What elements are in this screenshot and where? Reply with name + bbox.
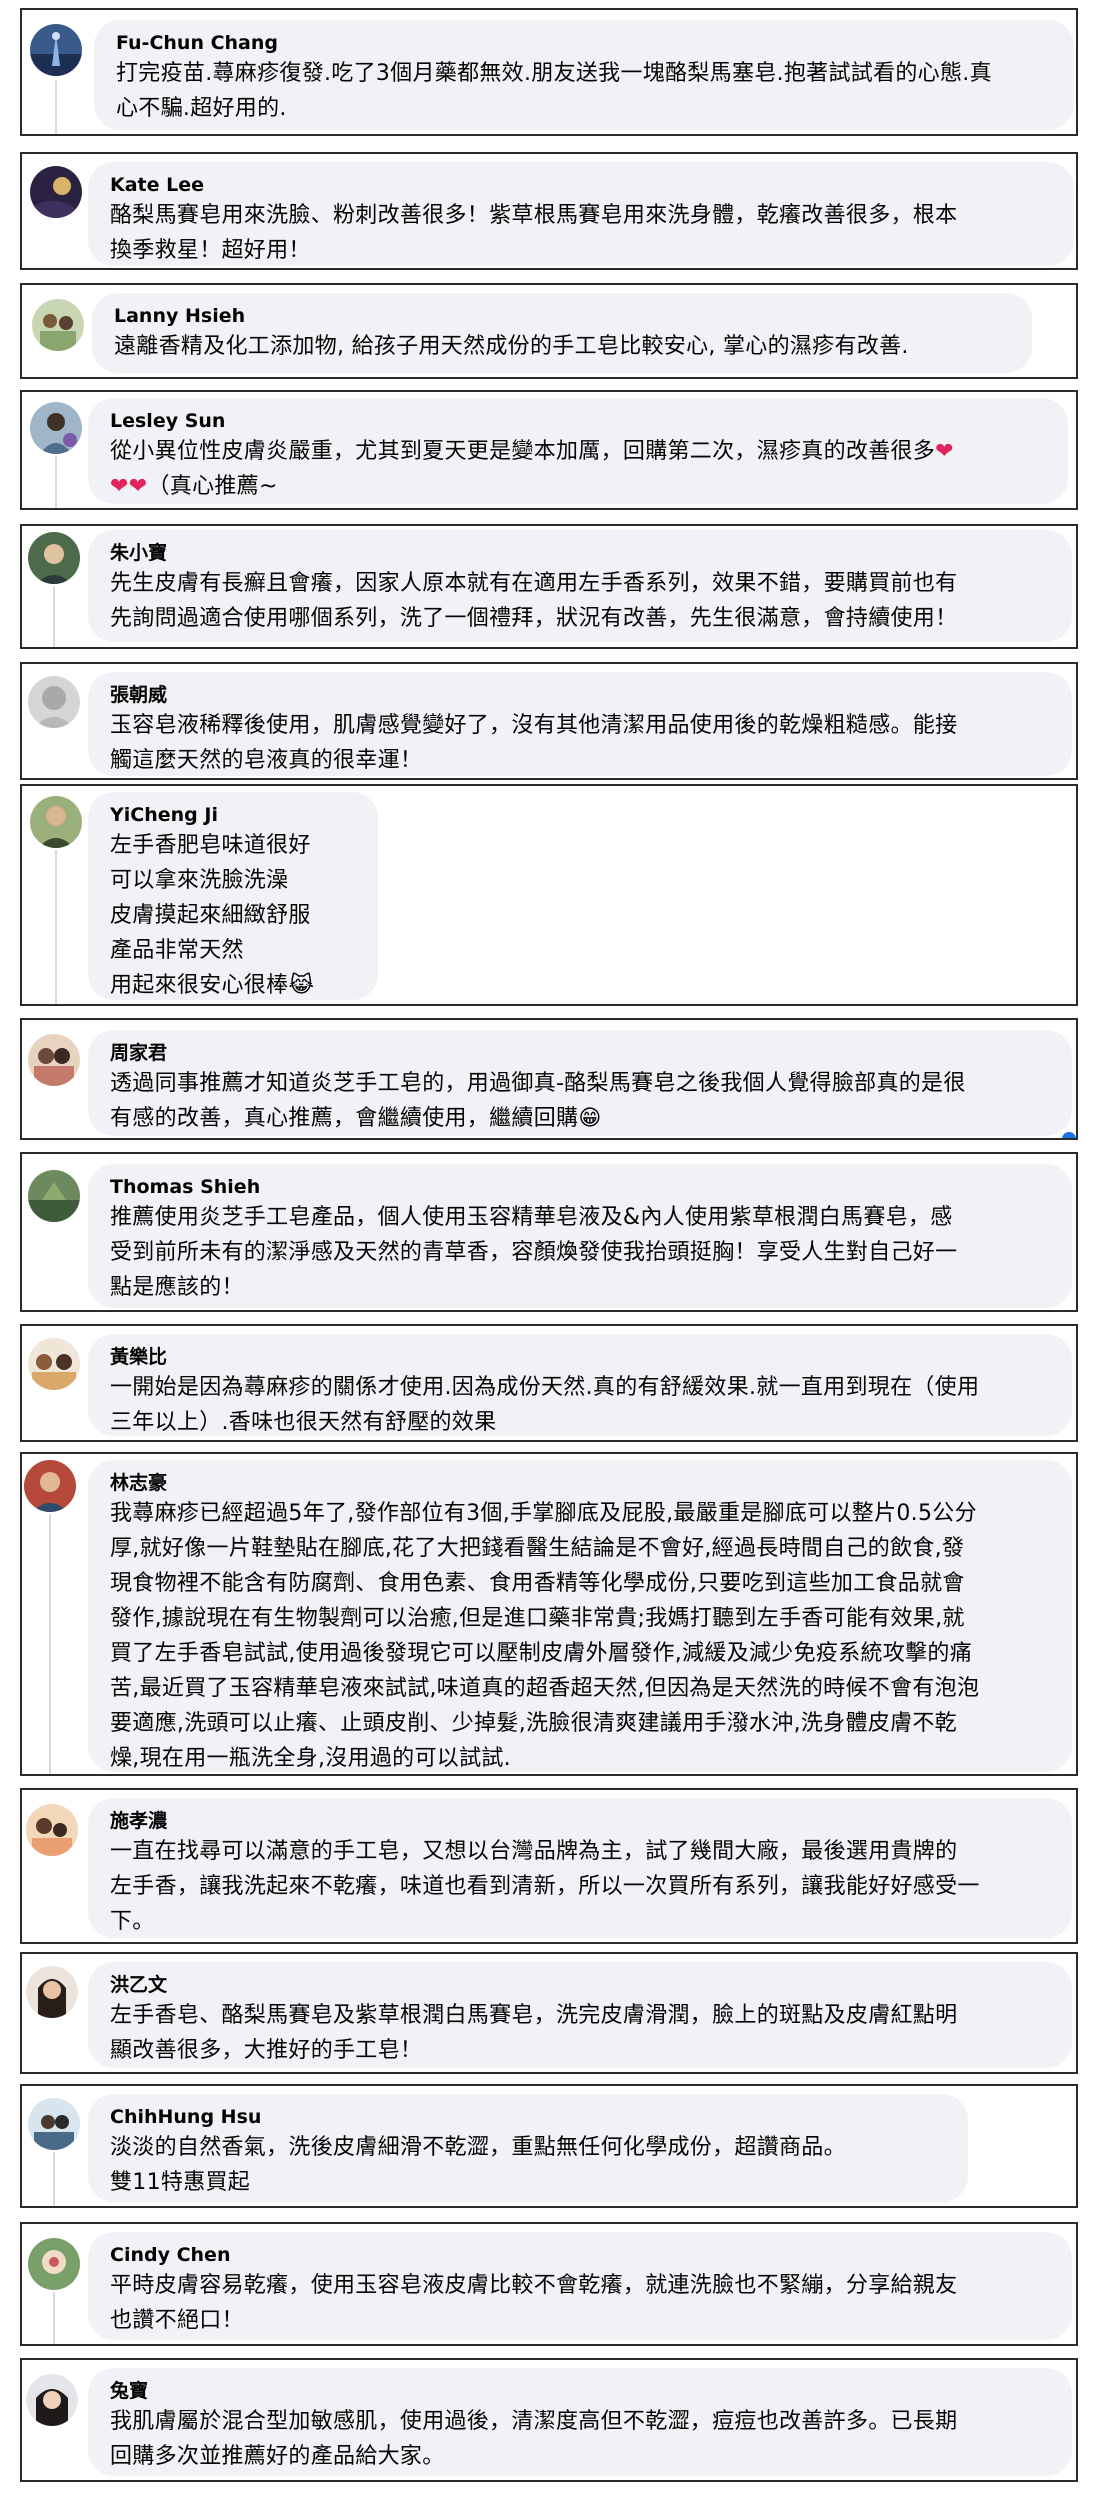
comment-bubble: 兔寶 我肌膚屬於混合型加敏感肌，使用過後，清潔度高但不乾澀，痘痘也改善許多。已長… <box>88 2368 1072 2476</box>
thread-line <box>55 80 57 134</box>
avatar[interactable] <box>30 796 82 848</box>
thread-line <box>55 850 57 1004</box>
comment-text: 從小異位性皮膚炎嚴重，尤其到夏天更是變本加厲，回購第二次，濕疹真的改善很多❤ ❤❤… <box>110 434 1046 504</box>
comment-author[interactable]: 張朝威 <box>110 682 1050 708</box>
comment-author[interactable]: ChihHung Hsu <box>110 2104 946 2130</box>
thread-line <box>53 2292 55 2344</box>
comment-text-line: （真心推薦~ <box>147 474 278 499</box>
comment-text: 一開始是因為蕁麻疹的關係才使用.因為成份天然.真的有舒緩效果.就一直用到現在（使… <box>110 1375 980 1435</box>
comment-text: 玉容皂液稀釋後使用，肌膚感覺變好了，沒有其他清潔用品使用後的乾燥粗糙感。能接 觸… <box>110 713 958 773</box>
comment-bubble: 張朝威 玉容皂液稀釋後使用，肌膚感覺變好了，沒有其他清潔用品使用後的乾燥粗糙感。… <box>88 672 1072 776</box>
avatar[interactable] <box>30 166 82 218</box>
comment-card: Lesley Sun 從小異位性皮膚炎嚴重，尤其到夏天更是變本加厲，回購第二次，… <box>20 390 1078 510</box>
comment-card: Cindy Chen 平時皮膚容易乾癢，使用玉容皂液皮膚比較不會乾癢，就連洗臉也… <box>20 2222 1078 2346</box>
avatar[interactable] <box>26 1804 78 1856</box>
heart-icon: ❤ <box>935 439 954 464</box>
comment-bubble: 朱小寶 先生皮膚有長癬且會癢，因家人原本就有在適用左手香系列，效果不錯，要購買前… <box>88 530 1072 642</box>
comment-text: 透過同事推薦才知道炎芝手工皂的，用過御真-酪梨馬賽皂之後我個人覺得臉部真的是很 … <box>110 1066 1050 1136</box>
comment-card: 朱小寶 先生皮膚有長癬且會癢，因家人原本就有在適用左手香系列，效果不錯，要購買前… <box>20 524 1078 649</box>
comment-bubble: Thomas Shieh 推薦使用炎芝手工皂產品，個人使用玉容精華皂液及&內人使… <box>88 1164 1072 1308</box>
comment-text-lines: 左手香肥皂味道很好 可以拿來洗臉洗澡 皮膚摸起來細緻舒服 產品非常天然 用起來很… <box>110 833 311 998</box>
avatar[interactable] <box>32 299 84 351</box>
comment-author[interactable]: 朱小寶 <box>110 540 1050 566</box>
comment-text: 左手香肥皂味道很好 可以拿來洗臉洗澡 皮膚摸起來細緻舒服 產品非常天然 用起來很… <box>110 828 356 1003</box>
comment-card: 黃樂比 一開始是因為蕁麻疹的關係才使用.因為成份天然.真的有舒緩效果.就一直用到… <box>20 1324 1078 1442</box>
comment-author[interactable]: Cindy Chen <box>110 2242 1050 2268</box>
comment-card: 張朝威 玉容皂液稀釋後使用，肌膚感覺變好了，沒有其他清潔用品使用後的乾燥粗糙感。… <box>20 662 1078 780</box>
avatar[interactable] <box>28 1034 80 1086</box>
comment-bubble: 施孝濃 一直在找尋可以滿意的手工皂，又想以台灣品牌為主，試了幾間大廠，最後選用貴… <box>88 1798 1072 1938</box>
comment-author[interactable]: 施孝濃 <box>110 1808 1050 1834</box>
avatar[interactable] <box>30 24 82 76</box>
thread-line <box>49 1514 51 1774</box>
reaction-icon[interactable] <box>1062 1132 1076 1138</box>
comment-card: 洪乙文 左手香皂、酪梨馬賽皂及紫草根潤白馬賽皂，洗完皮膚滑潤，臉上的斑點及皮膚紅… <box>20 1952 1078 2074</box>
comment-text: 先生皮膚有長癬且會癢，因家人原本就有在適用左手香系列，效果不錯，要購買前也有 先… <box>110 571 958 631</box>
thread-line <box>53 2152 55 2206</box>
avatar[interactable] <box>28 676 80 728</box>
comment-bubble: 林志豪 我蕁麻疹已經超過5年了,發作部位有3個,手掌腳底及屁股,最嚴重是腳底可以… <box>88 1460 1072 1772</box>
avatar[interactable] <box>26 2374 78 2426</box>
heart-icon: ❤ <box>128 474 148 499</box>
comment-card: Fu-Chun Chang 打完疫苗.蕁麻疹復發.吃了3個月藥都無效.朋友送我一… <box>20 8 1078 136</box>
avatar[interactable] <box>26 1966 78 2018</box>
comment-card: 兔寶 我肌膚屬於混合型加敏感肌，使用過後，清潔度高但不乾澀，痘痘也改善許多。已長… <box>20 2358 1078 2482</box>
avatar[interactable] <box>28 1170 80 1222</box>
comment-bubble: 黃樂比 一開始是因為蕁麻疹的關係才使用.因為成份天然.真的有舒緩效果.就一直用到… <box>88 1334 1072 1436</box>
avatar[interactable] <box>24 1460 76 1512</box>
heart-icon: ❤ <box>110 474 129 499</box>
comment-text: 我蕁麻疹已經超過5年了,發作部位有3個,手掌腳底及屁股,最嚴重是腳底可以整片0.… <box>110 1501 980 1771</box>
comment-text: 遠離香精及化工添加物, 給孩子用天然成份的手工皂比較安心, 掌心的濕疹有改善. <box>114 334 909 359</box>
comment-bubble: 洪乙文 左手香皂、酪梨馬賽皂及紫草根潤白馬賽皂，洗完皮膚滑潤，臉上的斑點及皮膚紅… <box>88 1962 1072 2068</box>
grin-emoji-icon: 😁 <box>578 1106 602 1131</box>
comment-card: Thomas Shieh 推薦使用炎芝手工皂產品，個人使用玉容精華皂液及&內人使… <box>20 1152 1078 1312</box>
avatar[interactable] <box>28 1338 80 1390</box>
comment-text-lines: 透過同事推薦才知道炎芝手工皂的，用過御真-酪梨馬賽皂之後我個人覺得臉部真的是很 … <box>110 1071 966 1131</box>
comment-bubble: 周家君 透過同事推薦才知道炎芝手工皂的，用過御真-酪梨馬賽皂之後我個人覺得臉部真… <box>88 1030 1072 1136</box>
thread-line <box>53 586 55 647</box>
laugh-emoji-icon: 😹 <box>288 973 315 998</box>
comment-card: ChihHung Hsu 淡淡的自然香氣，洗後皮膚細滑不乾澀，重點無任何化學成份… <box>20 2084 1078 2208</box>
comment-author[interactable]: 兔寶 <box>110 2378 1050 2404</box>
comment-bubble: YiCheng Ji 左手香肥皂味道很好 可以拿來洗臉洗澡 皮膚摸起來細緻舒服 … <box>88 792 378 1000</box>
comment-author[interactable]: Fu-Chun Chang <box>116 30 1052 56</box>
comment-bubble: Lanny Hsieh 遠離香精及化工添加物, 給孩子用天然成份的手工皂比較安心… <box>92 293 1032 373</box>
comment-text-line: 從小異位性皮膚炎嚴重，尤其到夏天更是變本加厲，回購第二次，濕疹真的改善很多 <box>110 439 936 464</box>
comment-bubble: Fu-Chun Chang 打完疫苗.蕁麻疹復發.吃了3個月藥都無效.朋友送我一… <box>94 20 1074 130</box>
comment-author[interactable]: 洪乙文 <box>110 1972 1050 1998</box>
comment-author[interactable]: YiCheng Ji <box>110 802 356 828</box>
comment-card: YiCheng Ji 左手香肥皂味道很好 可以拿來洗臉洗澡 皮膚摸起來細緻舒服 … <box>20 784 1078 1006</box>
comment-text: 平時皮膚容易乾癢，使用玉容皂液皮膚比較不會乾癢，就連洗臉也不緊繃，分享給親友 也… <box>110 2273 958 2333</box>
comment-card: 林志豪 我蕁麻疹已經超過5年了,發作部位有3個,手掌腳底及屁股,最嚴重是腳底可以… <box>20 1452 1078 1776</box>
comment-bubble: Cindy Chen 平時皮膚容易乾癢，使用玉容皂液皮膚比較不會乾癢，就連洗臉也… <box>88 2232 1072 2340</box>
comment-card: Lanny Hsieh 遠離香精及化工添加物, 給孩子用天然成份的手工皂比較安心… <box>20 283 1078 379</box>
comment-text: 我肌膚屬於混合型加敏感肌，使用過後，清潔度高但不乾澀，痘痘也改善許多。已長期 回… <box>110 2409 958 2469</box>
comment-text: 打完疫苗.蕁麻疹復發.吃了3個月藥都無效.朋友送我一塊酪梨馬塞皂.抱著試試看的心… <box>116 61 992 121</box>
comment-author[interactable]: Kate Lee <box>110 172 1052 198</box>
comment-text: 左手香皂、酪梨馬賽皂及紫草根潤白馬賽皂，洗完皮膚滑潤，臉上的斑點及皮膚紅點明 顯… <box>110 2003 958 2063</box>
comment-author[interactable]: Thomas Shieh <box>110 1174 1050 1200</box>
comment-author[interactable]: 林志豪 <box>110 1470 1050 1496</box>
comment-text: 淡淡的自然香氣，洗後皮膚細滑不乾澀，重點無任何化學成份，超讚商品。 雙11特惠買… <box>110 2135 846 2195</box>
thread-line <box>55 456 57 508</box>
avatar[interactable] <box>28 2098 80 2150</box>
avatar[interactable] <box>28 2238 80 2290</box>
comment-card: Kate Lee 酪梨馬賽皂用來洗臉、粉刺改善很多！紫草根馬賽皂用來洗身體，乾癢… <box>20 152 1078 270</box>
comment-text: 推薦使用炎芝手工皂產品，個人使用玉容精華皂液及&內人使用紫草根潤白馬賽皂，感 受… <box>110 1205 958 1300</box>
comment-bubble: ChihHung Hsu 淡淡的自然香氣，洗後皮膚細滑不乾澀，重點無任何化學成份… <box>88 2094 968 2202</box>
comment-card: 周家君 透過同事推薦才知道炎芝手工皂的，用過御真-酪梨馬賽皂之後我個人覺得臉部真… <box>20 1018 1078 1140</box>
comment-card: 施孝濃 一直在找尋可以滿意的手工皂，又想以台灣品牌為主，試了幾間大廠，最後選用貴… <box>20 1788 1078 1944</box>
avatar[interactable] <box>28 532 80 584</box>
comment-author[interactable]: Lanny Hsieh <box>114 303 1010 329</box>
comment-author[interactable]: Lesley Sun <box>110 408 1046 434</box>
comment-author[interactable]: 黃樂比 <box>110 1344 1050 1370</box>
comment-bubble: Kate Lee 酪梨馬賽皂用來洗臉、粉刺改善很多！紫草根馬賽皂用來洗身體，乾癢… <box>88 162 1074 266</box>
comment-author[interactable]: 周家君 <box>110 1040 1050 1066</box>
avatar[interactable] <box>30 402 82 454</box>
comment-text: 一直在找尋可以滿意的手工皂，又想以台灣品牌為主，試了幾間大廠，最後選用貴牌的 左… <box>110 1839 980 1934</box>
comment-text: 酪梨馬賽皂用來洗臉、粉刺改善很多！紫草根馬賽皂用來洗身體，乾癢改善很多，根本 換… <box>110 203 958 263</box>
comment-bubble: Lesley Sun 從小異位性皮膚炎嚴重，尤其到夏天更是變本加厲，回購第二次，… <box>88 398 1068 504</box>
